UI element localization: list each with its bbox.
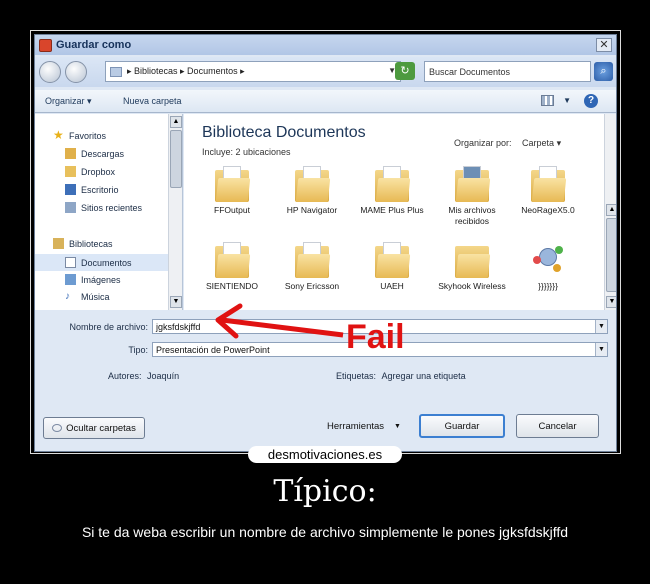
fail-annotation: Fail [346, 318, 405, 356]
caption-title: Típico: [273, 474, 377, 509]
watermark: desmotivaciones.es [248, 446, 402, 463]
caption-body: Si te da weba escribir un nombre de arch… [81, 524, 569, 540]
